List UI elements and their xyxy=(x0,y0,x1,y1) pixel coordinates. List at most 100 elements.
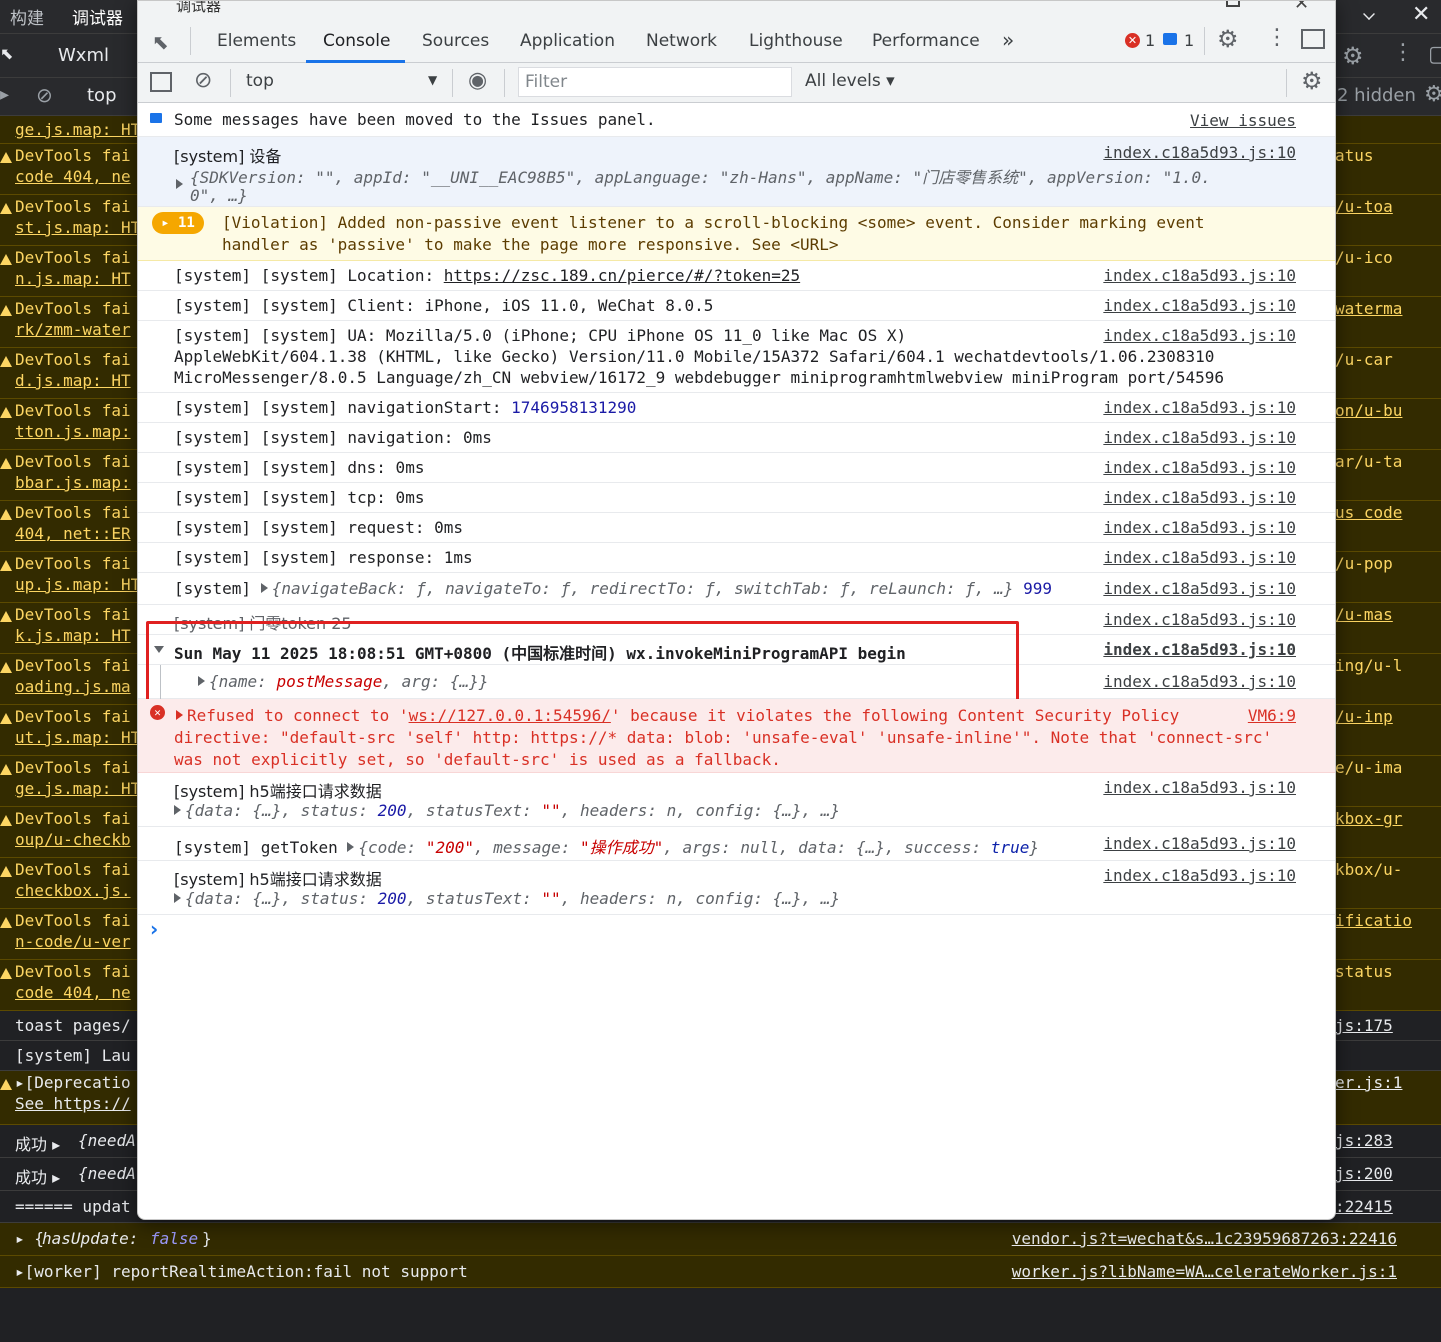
console-prompt[interactable]: › xyxy=(150,917,158,941)
source-link[interactable]: /u-ico xyxy=(1335,248,1393,267)
source-link[interactable]: e/u-ima xyxy=(1335,758,1402,777)
log-text: 成功 ▸ xyxy=(15,1168,61,1187)
tab-console[interactable]: Console xyxy=(323,31,391,51)
gear-icon[interactable]: ⚙ xyxy=(1424,82,1441,107)
log-levels-select[interactable]: All levels ▾ xyxy=(805,71,895,91)
source-link[interactable]: js:200 xyxy=(1335,1164,1393,1183)
source-link[interactable]: worker.js?libName=WA…celerateWorker.js:1 xyxy=(1012,1262,1397,1281)
source-link[interactable]: ificatio xyxy=(1335,911,1412,930)
sidebar-toggle-icon[interactable] xyxy=(150,72,172,92)
source-link[interactable]: index.c18a5d93.js:10 xyxy=(1103,518,1296,537)
source-link[interactable]: us code xyxy=(1335,503,1402,522)
source-link[interactable]: js:175 xyxy=(1335,1016,1393,1035)
sidebar-toggle-icon[interactable]: ▸ xyxy=(0,84,9,105)
source-link[interactable]: index.c18a5d93.js:10 xyxy=(1103,778,1296,797)
context-select[interactable]: top xyxy=(87,85,117,106)
gear-icon[interactable]: ⚙ xyxy=(1342,42,1364,70)
source-link[interactable]: vendor.js?t=wechat&s…1c23959687263:22416 xyxy=(1012,1229,1397,1248)
source-link[interactable]: /u-toa xyxy=(1335,197,1393,216)
tab-application[interactable]: Application xyxy=(520,31,615,51)
settings-gear-icon[interactable]: ⚙ xyxy=(1217,25,1239,53)
source-link[interactable]: status xyxy=(1335,962,1393,981)
tab-debugger[interactable]: 调试器 xyxy=(72,4,123,29)
tab-wxml[interactable]: Wxml xyxy=(58,45,109,66)
clear-console-icon[interactable]: ⊘ xyxy=(36,83,53,107)
tab-network[interactable]: Network xyxy=(646,31,717,51)
dock-icon[interactable]: ▢ xyxy=(1428,42,1441,67)
expand-icon[interactable] xyxy=(176,179,183,189)
source-link[interactable]: /u-pop xyxy=(1335,554,1393,573)
source-link[interactable]: er.js:1 xyxy=(1335,1073,1402,1092)
context-select[interactable]: top xyxy=(246,71,274,91)
source-link[interactable]: VM6:9 xyxy=(1248,706,1296,725)
source-link[interactable]: index.c18a5d93.js:10 xyxy=(1103,640,1296,659)
source-link[interactable]: index.c18a5d93.js:10 xyxy=(1103,398,1296,417)
source-link[interactable]: index.c18a5d93.js:10 xyxy=(1103,428,1296,447)
expand-icon[interactable] xyxy=(260,583,268,593)
tab-lighthouse[interactable]: Lighthouse xyxy=(749,31,843,51)
source-link[interactable]: /u-inp xyxy=(1335,707,1393,726)
source-link[interactable]: kbox/u- xyxy=(1335,860,1402,879)
source-link[interactable]: index.c18a5d93.js:10 xyxy=(1103,326,1296,345)
window-titlebar: 调试器 ✕ xyxy=(138,1,1335,19)
more-tabs-icon[interactable]: » xyxy=(1002,28,1014,52)
source-link[interactable]: ar/u-ta xyxy=(1335,452,1402,471)
context-dropdown-icon[interactable]: ▼ xyxy=(428,73,437,87)
expand-icon[interactable] xyxy=(174,893,181,903)
source-link[interactable]: kbox-gr xyxy=(1335,809,1402,828)
tab-build[interactable]: 构建 xyxy=(10,4,44,29)
view-issues-link[interactable]: View issues xyxy=(1190,111,1296,130)
clear-console-icon[interactable]: ⊘ xyxy=(194,68,212,93)
source-link[interactable]: index.c18a5d93.js:10 xyxy=(1103,579,1296,598)
source-link[interactable]: :22415 xyxy=(1335,1197,1393,1216)
source-link[interactable]: waterma xyxy=(1335,299,1402,318)
log-text: ====== updat xyxy=(15,1197,131,1216)
sdk-object[interactable]: {SDKVersion: "", appId: "__UNI__EAC98B5"… xyxy=(190,164,1211,188)
tab-performance[interactable]: Performance xyxy=(872,31,980,51)
inspect-element-icon[interactable]: ⬉ xyxy=(152,30,169,54)
chevron-down-icon[interactable] xyxy=(1363,8,1375,20)
issue-icon[interactable] xyxy=(1163,33,1177,45)
expand-icon[interactable] xyxy=(347,842,355,852)
deprecation-link[interactable]: See https:// xyxy=(15,1094,131,1113)
expand-icon[interactable] xyxy=(176,710,183,720)
source-link[interactable]: index.c18a5d93.js:10 xyxy=(1103,296,1296,315)
tab-sources[interactable]: Sources xyxy=(422,31,489,51)
console-settings-icon[interactable]: ⚙ xyxy=(1301,67,1323,95)
source-link[interactable]: ing/u-l xyxy=(1335,656,1402,675)
source-link[interactable]: index.c18a5d93.js:10 xyxy=(1103,458,1296,477)
close-icon[interactable]: ✕ xyxy=(1412,2,1430,27)
more-icon[interactable]: ⋮ xyxy=(1392,40,1414,65)
issue-count[interactable]: 1 xyxy=(1184,31,1194,50)
close-icon[interactable]: ✕ xyxy=(1294,1,1309,14)
source-link[interactable]: js:283 xyxy=(1335,1131,1393,1150)
tab-elements[interactable]: Elements xyxy=(217,31,296,51)
location-url-link[interactable]: https://zsc.189.cn/pierce/#/?token=25 xyxy=(444,266,800,285)
source-link[interactable]: on/u-bu xyxy=(1335,401,1402,420)
source-link[interactable]: index.c18a5d93.js:10 xyxy=(1103,672,1296,691)
source-link[interactable]: index.c18a5d93.js:10 xyxy=(1103,610,1296,629)
error-count[interactable]: 1 xyxy=(1145,31,1155,50)
maximize-icon[interactable] xyxy=(1226,1,1240,7)
source-link[interactable]: index.c18a5d93.js:10 xyxy=(1103,548,1296,567)
expand-icon[interactable] xyxy=(174,805,181,815)
dock-side-icon[interactable] xyxy=(1301,29,1325,49)
log-row-location: [system] [system] Location: https://zsc.… xyxy=(138,261,1335,291)
log-row-timing: [system] [system] navigation: 0ms index.… xyxy=(138,423,1335,453)
source-link[interactable]: index.c18a5d93.js:10 xyxy=(1103,488,1296,507)
source-link[interactable]: atus xyxy=(1335,146,1374,165)
more-options-icon[interactable]: ⋮ xyxy=(1266,25,1288,50)
nav-api-object[interactable]: {navigateBack: ƒ, navigateTo: ƒ, redirec… xyxy=(272,579,1014,598)
source-link[interactable]: index.c18a5d93.js:10 xyxy=(1103,834,1296,853)
source-link[interactable]: index.c18a5d93.js:10 xyxy=(1103,143,1296,162)
debugger-window: 调试器 ✕ ⬉ Elements Console Sources Applica… xyxy=(137,0,1336,1220)
filter-input[interactable]: Filter xyxy=(518,67,792,97)
source-link[interactable]: /u-car xyxy=(1335,350,1393,369)
error-icon[interactable]: ✕ xyxy=(1125,33,1140,48)
source-link[interactable]: index.c18a5d93.js:10 xyxy=(1103,266,1296,285)
source-link[interactable]: /u-mas xyxy=(1335,605,1393,624)
eye-icon[interactable]: ◉ xyxy=(468,68,487,93)
cursor-icon[interactable]: ⬉ xyxy=(0,44,13,63)
source-link[interactable]: index.c18a5d93.js:10 xyxy=(1103,866,1296,885)
ws-link[interactable]: ws://127.0.0.1:54596/ xyxy=(409,706,611,725)
